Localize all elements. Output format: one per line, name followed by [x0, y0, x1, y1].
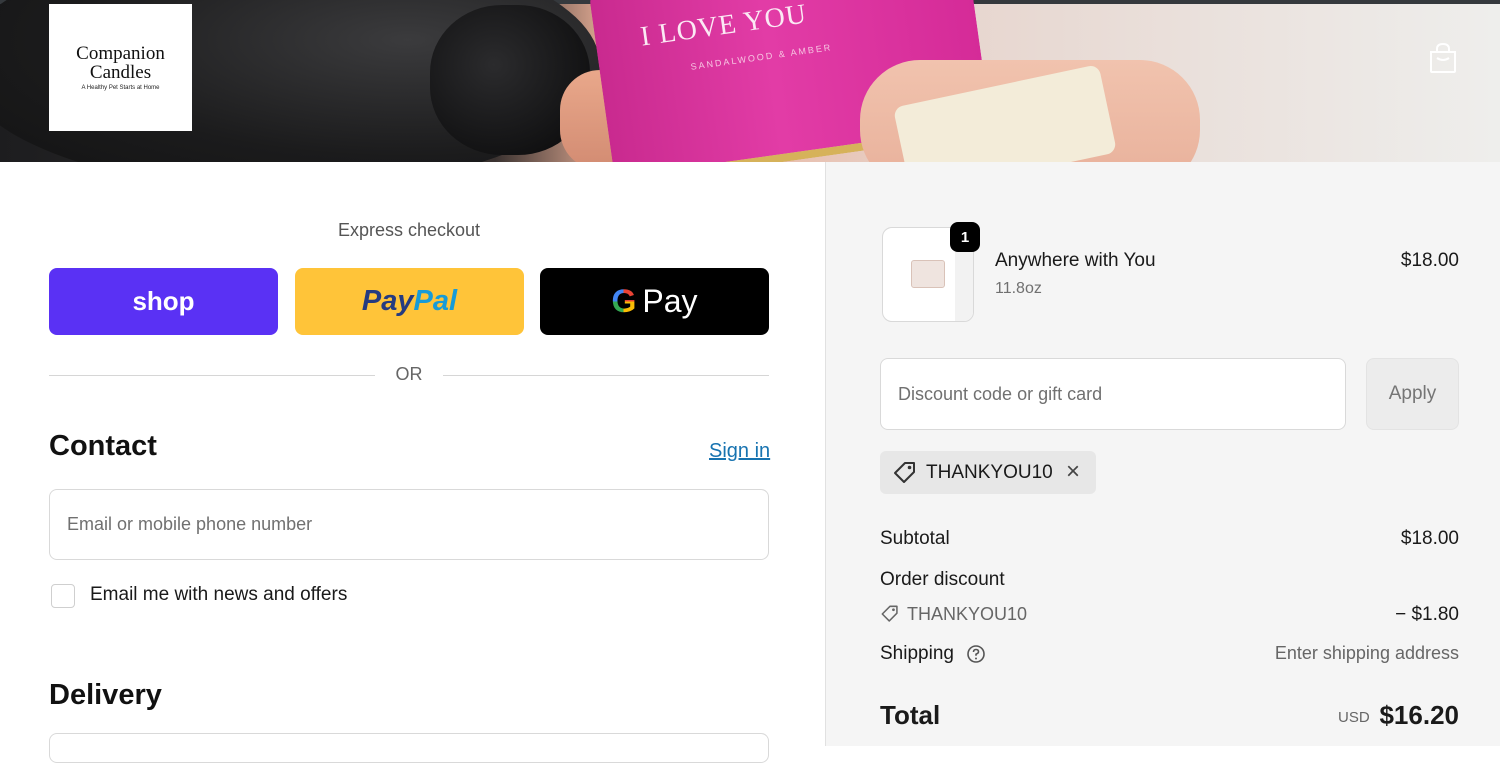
- product-candle-image: [911, 260, 945, 288]
- product-variant: 11.8oz: [995, 280, 1042, 297]
- total-currency: USD: [1338, 709, 1370, 726]
- logo-tagline: A Healthy Pet Starts at Home: [81, 85, 160, 91]
- newsletter-label: Email me with news and offers: [90, 584, 348, 605]
- applied-discount-chip: THANKYOU10 ×: [880, 451, 1096, 494]
- paypal-label-part2: Pal: [413, 285, 458, 317]
- shipping-label: Shipping: [880, 643, 954, 664]
- subtotal-value: $18.00: [1400, 528, 1459, 549]
- delivery-country-select[interactable]: [49, 733, 769, 763]
- logo-line-2: Candles: [89, 62, 152, 83]
- order-discount-label: Order discount: [880, 569, 1005, 590]
- header-banner: I LOVE YOU SANDALWOOD & AMBER: [0, 0, 1500, 162]
- email-field[interactable]: [49, 489, 769, 560]
- logo-line-1: Companion: [76, 43, 165, 64]
- shop-pay-button[interactable]: shop: [49, 268, 278, 335]
- brand-logo[interactable]: Companion Candles A Healthy Pet Starts a…: [49, 4, 192, 131]
- total-label: Total: [880, 700, 941, 730]
- order-discount-value: − $1.80: [1395, 604, 1459, 625]
- discount-code-input[interactable]: [880, 358, 1346, 430]
- discount-tag-icon: [881, 605, 898, 622]
- applied-discount-code: THANKYOU10: [926, 461, 1053, 483]
- apply-discount-button[interactable]: Apply: [1366, 358, 1459, 430]
- contact-heading: Contact: [49, 430, 157, 462]
- divider-line-right: [443, 375, 769, 376]
- paypal-label-part1: Pay: [361, 285, 414, 317]
- remove-discount-icon[interactable]: ×: [1060, 459, 1086, 485]
- quantity-badge: 1: [950, 222, 980, 252]
- or-divider: OR: [49, 364, 769, 386]
- sign-in-link[interactable]: Sign in: [709, 440, 770, 463]
- newsletter-checkbox[interactable]: [51, 584, 75, 608]
- total-value: $16.20: [1379, 700, 1459, 730]
- help-icon[interactable]: [966, 644, 986, 664]
- express-checkout-label: Express checkout: [337, 220, 481, 240]
- product-name: Anywhere with You: [995, 250, 1156, 271]
- paypal-button[interactable]: Pay Pal: [295, 268, 524, 335]
- order-discount-code: THANKYOU10: [907, 604, 1028, 624]
- google-g-icon: G: [611, 283, 637, 319]
- subtotal-label: Subtotal: [880, 528, 950, 549]
- google-pay-button[interactable]: G Pay: [540, 268, 769, 335]
- shipping-value: Enter shipping address: [1274, 643, 1459, 663]
- google-pay-label: Pay: [642, 283, 698, 319]
- delivery-heading: Delivery: [49, 679, 162, 711]
- shopping-bag-icon[interactable]: [1428, 42, 1458, 74]
- product-price: $18.00: [1400, 250, 1459, 271]
- shop-pay-label: shop: [132, 286, 195, 316]
- tag-icon: [894, 461, 915, 483]
